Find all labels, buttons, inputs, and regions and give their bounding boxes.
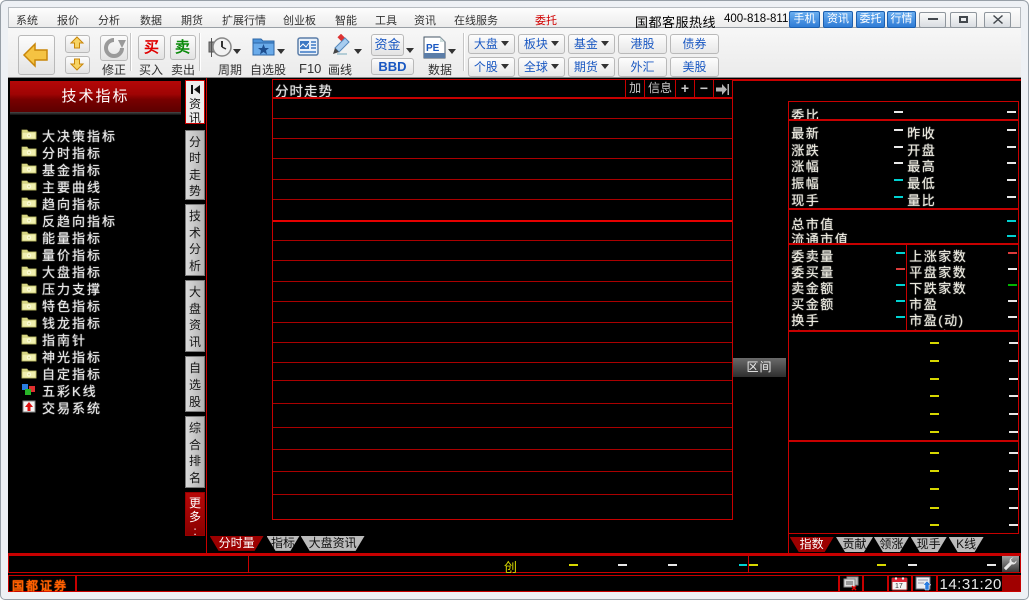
svg-text:PE: PE xyxy=(426,43,440,54)
svg-text:17: 17 xyxy=(895,583,903,590)
